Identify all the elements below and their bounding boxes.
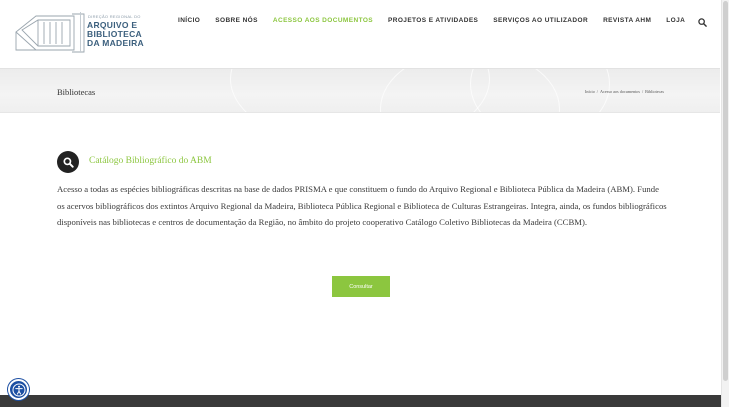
site-header: DIREÇÃO REGIONAL DO ARQUIVO E BIBLIOTECA…	[0, 0, 729, 68]
accessibility-icon	[12, 383, 25, 396]
nav-item-projetos-e-atividades[interactable]: PROJETOS E ATIVIDADES	[388, 17, 478, 24]
logo-subtitle: DIREÇÃO REGIONAL DO	[88, 14, 141, 19]
search-icon	[62, 156, 74, 168]
breadcrumb: Início / Acesso aos documentos / Bibliotecas	[585, 89, 664, 94]
building-logo-icon	[15, 13, 85, 53]
breadcrumb-separator: /	[641, 89, 644, 94]
site-footer	[0, 395, 721, 407]
consultar-button[interactable]: Consultar	[332, 276, 390, 297]
section-title-link[interactable]: Catálogo Bibliográfico do ABM	[89, 156, 212, 166]
nav-item-loja[interactable]: LOJA	[666, 17, 685, 24]
section-search-badge	[57, 151, 79, 173]
nav-item-servicos-ao-utilizador[interactable]: SERVIÇOS AO UTILIZADOR	[493, 17, 588, 24]
page-title: Bibliotecas	[57, 87, 96, 97]
breadcrumb-link-inicio[interactable]: Início	[585, 89, 595, 94]
accessibility-button[interactable]	[8, 379, 29, 400]
section-description: Acesso a todas as espécies bibliográfica…	[57, 184, 667, 228]
main-nav: INÍCIO SOBRE NÓS ACESSO AOS DOCUMENTOS P…	[178, 14, 685, 26]
breadcrumb-separator: /	[596, 89, 598, 94]
nav-item-revista-ahm[interactable]: REVISTA AHM	[603, 17, 651, 24]
breadcrumb-link-acesso-aos-documentos[interactable]: Acesso aos documentos	[600, 89, 640, 94]
scrollbar-thumb[interactable]	[723, 1, 728, 381]
search-icon	[698, 18, 707, 27]
breadcrumb-current: Bibliotecas	[645, 89, 664, 94]
site-logo[interactable]: DIREÇÃO REGIONAL DO ARQUIVO E BIBLIOTECA…	[14, 10, 154, 54]
page-title-bar: Bibliotecas Início / Acesso aos documentos…	[0, 68, 720, 113]
header-search-button[interactable]	[698, 14, 708, 27]
logo-line-3: DA MADEIRA	[87, 38, 144, 48]
nav-item-sobre-nos[interactable]: SOBRE NÓS	[215, 17, 258, 24]
vertical-scrollbar[interactable]	[721, 0, 729, 407]
nav-item-acesso-aos-documentos[interactable]: ACESSO AOS DOCUMENTOS	[273, 17, 373, 24]
logo-divider	[80, 12, 81, 52]
nav-item-inicio[interactable]: INÍCIO	[178, 17, 200, 24]
